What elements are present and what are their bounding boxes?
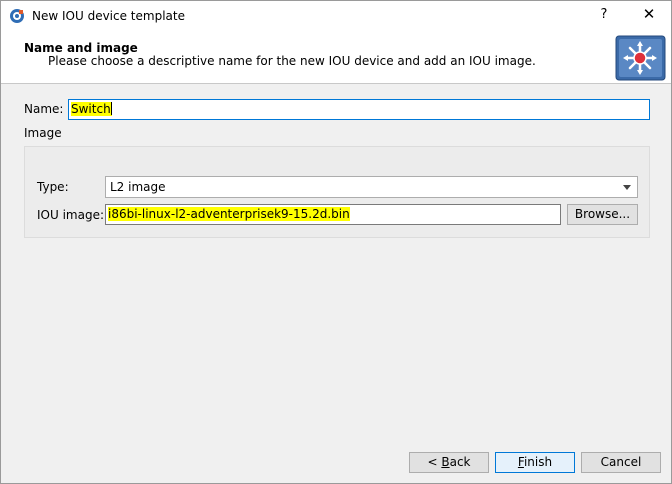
cancel-button[interactable]: Cancel (581, 452, 661, 473)
type-selected-value: L2 image (110, 180, 166, 194)
back-prefix: < (427, 455, 442, 469)
window-title: New IOU device template (32, 9, 185, 23)
type-select[interactable]: L2 image (105, 176, 638, 198)
finish-rest: inish (523, 455, 553, 469)
wizard-header: Name and image Please choose a descripti… (1, 32, 671, 84)
type-label: Type: (37, 180, 69, 194)
image-group-label: Image (24, 126, 62, 140)
chevron-down-icon (623, 185, 631, 190)
switch-icon (615, 35, 666, 81)
name-input[interactable]: Switch (68, 99, 650, 120)
text-caret (110, 102, 112, 115)
gns3-app-icon (10, 9, 24, 23)
back-button[interactable]: < Back (409, 452, 489, 473)
close-icon[interactable]: ✕ (639, 5, 659, 27)
dialog-window: New IOU device template ? ✕ Name and ima… (0, 0, 672, 484)
back-rest: ack (449, 455, 471, 469)
page-subtitle: Please choose a descriptive name for the… (48, 54, 536, 68)
browse-button[interactable]: Browse... (567, 204, 638, 225)
page-title: Name and image (24, 41, 138, 55)
title-bar[interactable]: New IOU device template ? ✕ (1, 1, 671, 32)
back-mnemonic: B (441, 455, 450, 469)
iou-image-value: i86bi-linux-l2-adventerprisek9-15.2d.bin (108, 207, 350, 221)
help-button[interactable]: ? (597, 7, 611, 25)
name-label: Name: (24, 102, 64, 116)
iou-image-input[interactable]: i86bi-linux-l2-adventerprisek9-15.2d.bin (105, 204, 561, 225)
name-value: Switch (71, 102, 112, 116)
finish-button[interactable]: Finish (495, 452, 575, 473)
iou-image-label: IOU image: (37, 208, 105, 222)
